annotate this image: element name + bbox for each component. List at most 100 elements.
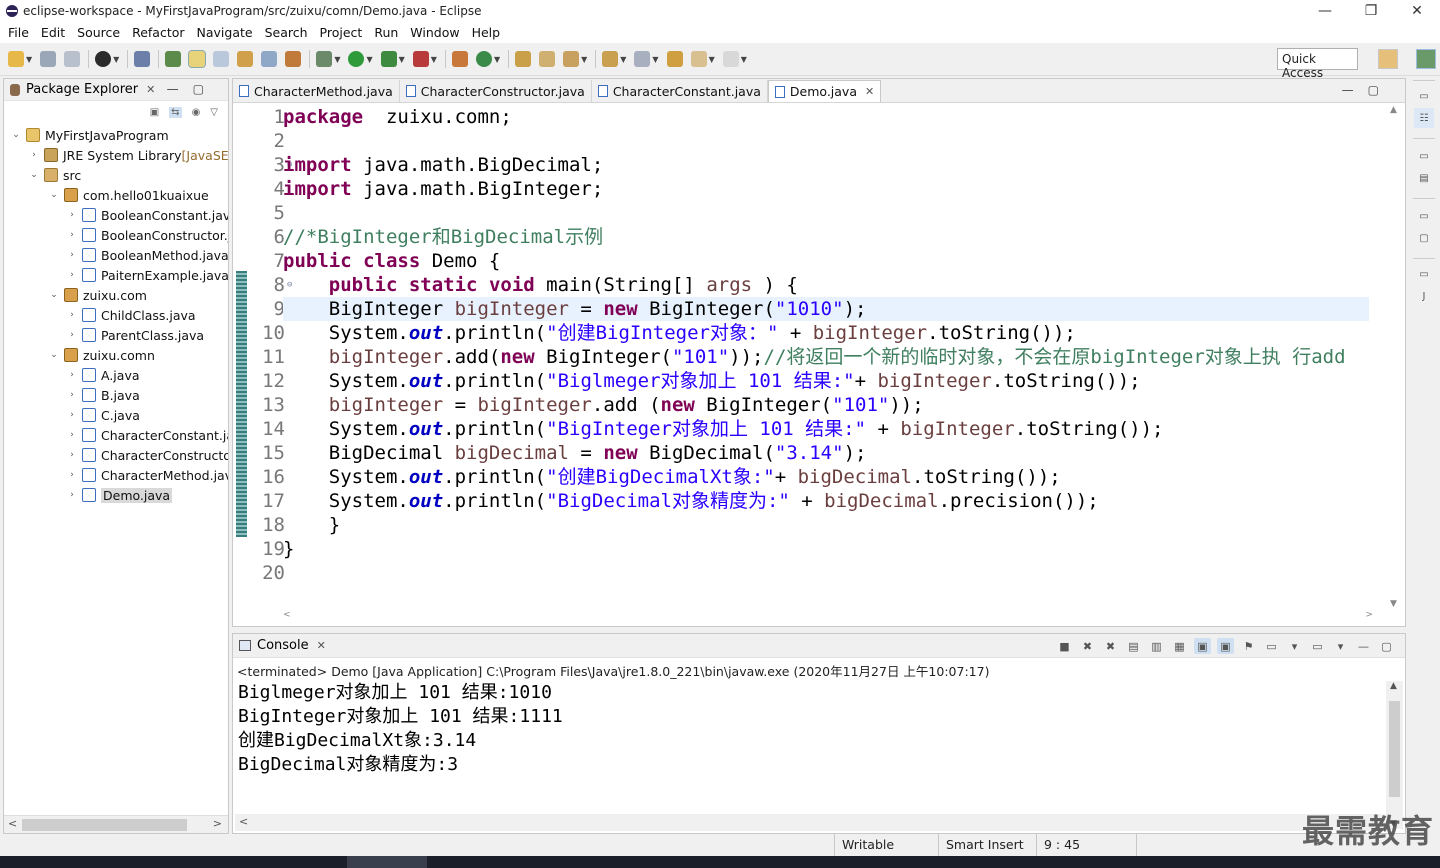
task-list-icon[interactable]: ▤ [1414, 168, 1434, 188]
collapse-all-icon[interactable]: ▣ [150, 107, 159, 118]
menu-edit[interactable]: Edit [35, 25, 71, 40]
block-selection-icon[interactable] [237, 51, 254, 67]
chevron-right-icon[interactable]: › [66, 390, 78, 400]
remove-all-terminated-icon[interactable]: ✖ [1102, 638, 1119, 654]
tab-charactermethod[interactable]: CharacterMethod.java [233, 80, 400, 102]
tree-item[interactable]: › CharacterConstructor [66, 445, 228, 465]
chevron-down-icon[interactable]: ⌄ [48, 290, 60, 300]
scroll-thumb[interactable] [22, 819, 187, 831]
tree-item[interactable]: › CharacterConstant.ja [66, 425, 228, 445]
editor-vertical-scrollbar[interactable]: ▲ ▼ [1390, 105, 1402, 609]
external-tools-icon[interactable] [412, 51, 429, 67]
tree-item[interactable]: ⌄ com.hello01kuaixue [48, 185, 208, 205]
debug-perspective-icon[interactable] [95, 51, 112, 67]
chevron-right-icon[interactable]: › [66, 270, 78, 280]
chevron-down-icon[interactable]: ▼ [113, 55, 119, 64]
code-line[interactable]: BigInteger bigInteger = new BigInteger("… [283, 297, 1369, 321]
tab-characterconstant[interactable]: CharacterConstant.java [592, 80, 768, 102]
show-whitespace-icon[interactable] [213, 51, 230, 67]
chevron-right-icon[interactable]: › [66, 210, 78, 220]
tree-item[interactable]: › BooleanConstant.java [66, 205, 228, 225]
chevron-right-icon[interactable]: › [66, 490, 78, 500]
code-line[interactable]: //*BigInteger和BigDecimal示例 [283, 225, 603, 249]
code-area[interactable]: 1 package zuixu.comn; 2 3 ⊖ import java.math.… [247, 105, 1387, 601]
tree-item[interactable]: › PaiternExample.java [66, 265, 228, 285]
package-explorer-title[interactable]: Package Explorer [26, 82, 138, 97]
restore-button[interactable]: ❐ [1348, 0, 1394, 22]
close-icon[interactable]: ✕ [146, 83, 155, 96]
close-button[interactable]: ✕ [1394, 0, 1440, 22]
code-line[interactable]: } [283, 513, 340, 537]
tree-item[interactable]: ⌄ MyFirstJavaProgram [10, 125, 168, 145]
code-line[interactable]: package zuixu.comn; [283, 105, 512, 129]
chevron-down-icon[interactable]: ▾ [1286, 638, 1303, 654]
scroll-thumb[interactable] [1389, 701, 1400, 797]
code-line[interactable]: import java.math.BigInteger; [283, 177, 603, 201]
chevron-right-icon[interactable]: › [66, 310, 78, 320]
terminate-icon[interactable]: ■ [1056, 638, 1073, 654]
code-line[interactable]: System.out.println("BigInteger对象加上 101 结… [283, 417, 1164, 441]
chevron-down-icon[interactable]: ▼ [494, 55, 500, 64]
tree-item[interactable]: › C.java [66, 405, 140, 425]
minimize-icon[interactable]: — [1355, 638, 1372, 654]
tree-item[interactable]: › JRE System Library [JavaSE- [28, 145, 228, 165]
show-on-stdout-icon[interactable]: ▣ [1194, 638, 1211, 654]
chevron-right-icon[interactable]: › [66, 370, 78, 380]
remove-launch-icon[interactable]: ✖ [1079, 638, 1096, 654]
next-annotation-icon[interactable] [602, 51, 619, 67]
scroll-right-icon[interactable]: > [1365, 610, 1373, 620]
restore-icon[interactable]: ▭ [1414, 146, 1434, 166]
code-line[interactable]: public class Demo { [283, 249, 500, 273]
chevron-down-icon[interactable]: ▼ [620, 55, 626, 64]
tree-item[interactable]: ⌄ src [28, 165, 81, 185]
save-all-icon[interactable] [64, 51, 81, 67]
code-line[interactable]: } [283, 537, 294, 561]
minimize-maximize-controls[interactable]: —▢ [1342, 83, 1393, 97]
horizontal-scrollbar[interactable]: < > [4, 815, 228, 833]
close-icon[interactable]: ✕ [865, 85, 874, 98]
bug-icon[interactable] [316, 51, 333, 67]
menu-search[interactable]: Search [259, 25, 314, 40]
menu-run[interactable]: Run [368, 25, 404, 40]
taskbar-button[interactable] [347, 856, 427, 868]
chevron-right-icon[interactable]: › [66, 450, 78, 460]
view-menu-icon[interactable]: ▽ [210, 107, 218, 118]
tree-item[interactable]: › ParentClass.java [66, 325, 204, 345]
chevron-right-icon[interactable]: › [66, 330, 78, 340]
chevron-right-icon[interactable]: › [66, 410, 78, 420]
coverage-icon[interactable] [380, 51, 397, 67]
minimize-maximize-controls[interactable]: —▢ [167, 82, 218, 96]
chevron-down-icon[interactable]: ▼ [741, 55, 747, 64]
tree-item[interactable]: › B.java [66, 385, 140, 405]
code-line[interactable]: System.out.println("创建BigDecimalXt象:"+ b… [283, 465, 1061, 489]
restore-icon[interactable]: ▭ [1414, 206, 1434, 226]
tab-demo[interactable]: Demo.java ✕ [767, 80, 882, 102]
toggle-mark-occurrences-icon[interactable] [165, 51, 182, 67]
outline-icon[interactable]: ☷ [1414, 108, 1434, 128]
display-console-icon[interactable]: ▭ [1263, 638, 1280, 654]
chevron-down-icon[interactable]: ⌄ [28, 170, 40, 180]
tree-item[interactable]: › ChildClass.java [66, 305, 195, 325]
save-icon[interactable] [40, 51, 57, 67]
new-java-class-icon[interactable] [475, 51, 492, 67]
chevron-right-icon[interactable]: › [66, 430, 78, 440]
back-icon[interactable] [690, 51, 707, 67]
chevron-right-icon[interactable]: › [66, 250, 78, 260]
code-line[interactable]: bigInteger.add(new BigInteger("101"));//… [283, 345, 1346, 369]
chevron-down-icon[interactable]: ▼ [399, 55, 405, 64]
chevron-down-icon[interactable]: ⌄ [48, 350, 60, 360]
scroll-up-icon[interactable]: ▲ [1390, 105, 1397, 115]
chevron-down-icon[interactable]: ▾ [1332, 638, 1349, 654]
scroll-lock-icon[interactable]: ▥ [1148, 638, 1165, 654]
chevron-down-icon[interactable]: ⌄ [10, 130, 22, 140]
word-wrap-icon[interactable] [261, 51, 278, 67]
code-line[interactable]: bigInteger = bigInteger.add (new BigInte… [283, 393, 924, 417]
menu-navigate[interactable]: Navigate [191, 25, 259, 40]
open-console-icon[interactable]: ▭ [1309, 638, 1326, 654]
tree-item[interactable]: › BooleanConstructor.j [66, 225, 228, 245]
code-line[interactable]: System.out.println("Biglmeger对象加上 101 结果… [283, 369, 1141, 393]
chevron-right-icon[interactable]: › [28, 150, 40, 160]
run-icon[interactable] [348, 51, 365, 67]
scroll-left-icon[interactable]: < [239, 815, 248, 828]
new-icon[interactable] [8, 51, 24, 67]
